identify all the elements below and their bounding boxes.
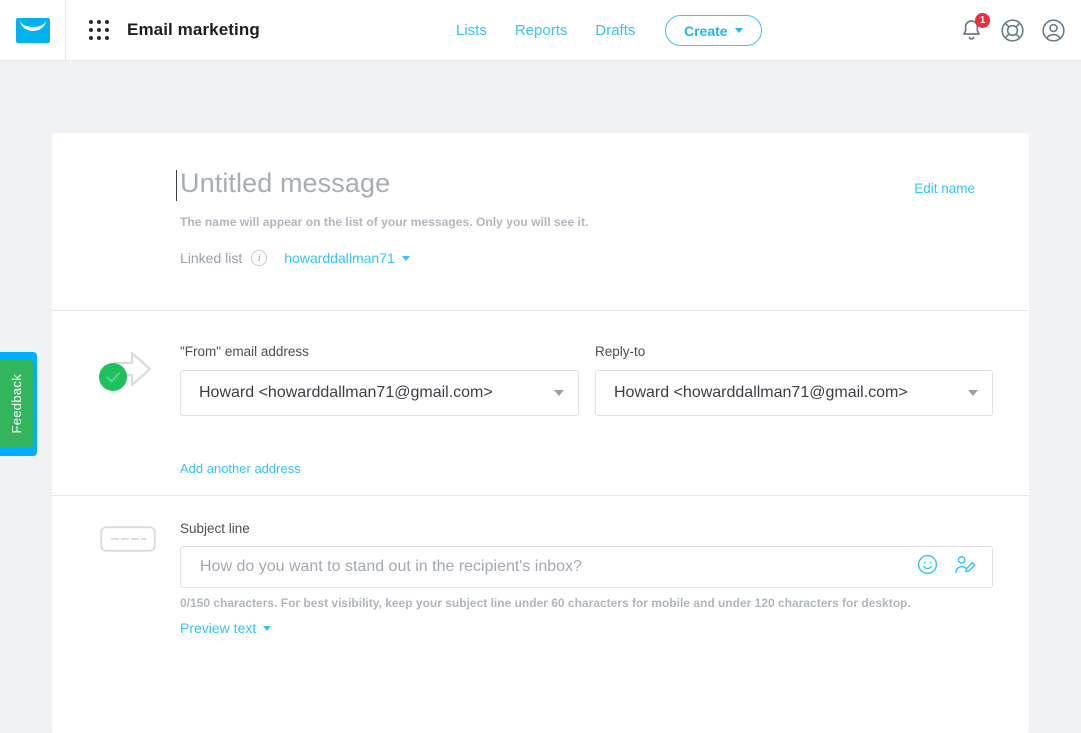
subject-line-hint: 0/150 characters. For best visibility, k… <box>180 596 911 610</box>
feedback-tab[interactable]: Feedback <box>0 352 37 456</box>
person-edit-icon[interactable] <box>952 553 977 581</box>
preview-text-label: Preview text <box>180 620 257 636</box>
chevron-down-icon <box>401 255 410 261</box>
arrow-right-check-icon <box>92 341 164 401</box>
create-button-label: Create <box>684 22 728 39</box>
create-button[interactable]: Create <box>665 15 762 46</box>
message-name-section: Untitled message The name will appear on… <box>52 133 1029 310</box>
reply-to-field: Reply-to Howard <howarddallman71@gmail.c… <box>595 344 993 416</box>
add-another-address-link[interactable]: Add another address <box>180 461 301 476</box>
preview-text-toggle[interactable]: Preview text <box>180 620 272 636</box>
subject-line-input-wrapper <box>180 546 993 588</box>
from-address-field: "From" email address Howard <howarddallm… <box>180 344 579 416</box>
app-title: Email marketing <box>127 20 260 39</box>
nav-item-drafts[interactable]: Drafts <box>595 22 635 39</box>
sender-section: "From" email address Howard <howarddallm… <box>52 311 1029 495</box>
grid-dot <box>89 19 93 24</box>
chevron-down-icon <box>968 390 978 396</box>
from-address-label: "From" email address <box>180 344 309 359</box>
user-avatar-icon <box>1042 18 1065 42</box>
subject-section: Subject line How do you want to stand ou… <box>52 496 1029 656</box>
chevron-down-icon <box>734 28 743 33</box>
chevron-down-icon <box>263 625 272 631</box>
grid-dot <box>97 27 101 32</box>
grid-dot <box>97 35 101 40</box>
feedback-tab-panel: Feedback <box>0 360 33 448</box>
help-button[interactable] <box>999 17 1026 44</box>
grid-dot <box>89 35 93 40</box>
linked-list-label: Linked list <box>180 250 243 266</box>
brand-logo[interactable] <box>0 0 66 60</box>
edit-name-link[interactable]: Edit name <box>914 181 975 196</box>
nav-item-reports[interactable]: Reports <box>515 22 568 39</box>
grid-dot <box>97 19 101 24</box>
subject-line-label: Subject line <box>180 521 250 536</box>
grid-dot <box>105 27 109 32</box>
subject-line-tools <box>916 553 992 581</box>
subject-line-icon <box>100 526 156 557</box>
linked-list-selector[interactable]: howarddallman71 <box>284 250 410 266</box>
reply-to-value: Howard <howarddallman71@gmail.com> <box>614 384 908 401</box>
feedback-tab-label: Feedback <box>9 374 24 434</box>
info-icon[interactable]: i <box>251 250 268 266</box>
main-nav: Lists Reports Drafts <box>456 0 635 60</box>
chevron-down-icon <box>554 390 564 396</box>
from-address-select[interactable]: Howard <howarddallman71@gmail.com> <box>180 370 579 416</box>
top-right-actions: 1 <box>958 0 1067 60</box>
notifications-button[interactable]: 1 <box>958 12 990 44</box>
reply-to-label: Reply-to <box>595 344 646 359</box>
reply-to-select[interactable]: Howard <howarddallman71@gmail.com> <box>595 370 993 416</box>
grid-dot <box>105 35 109 40</box>
envelope-logo-icon <box>15 17 50 43</box>
message-name-input[interactable]: Untitled message <box>175 168 390 201</box>
smiley-icon[interactable] <box>916 553 939 581</box>
linked-list-value: howarddallman71 <box>284 250 395 266</box>
nav-item-lists[interactable]: Lists <box>456 22 487 39</box>
notifications-badge: 1 <box>975 12 990 28</box>
linked-list-row: Linked list i howarddallman71 <box>180 250 410 266</box>
grid-dot <box>105 19 109 24</box>
from-address-value: Howard <howarddallman71@gmail.com> <box>199 384 493 401</box>
message-name-hint: The name will appear on the list of your… <box>180 215 589 229</box>
grid-dot <box>89 27 93 32</box>
top-navigation-bar: Email marketing Lists Reports Drafts Cre… <box>0 0 1081 61</box>
app-grid-icon[interactable] <box>89 19 110 41</box>
account-button[interactable] <box>1040 17 1067 44</box>
subject-line-input[interactable] <box>181 558 916 576</box>
lifebuoy-icon <box>1001 18 1024 42</box>
message-editor-card: Untitled message The name will appear on… <box>52 133 1029 733</box>
